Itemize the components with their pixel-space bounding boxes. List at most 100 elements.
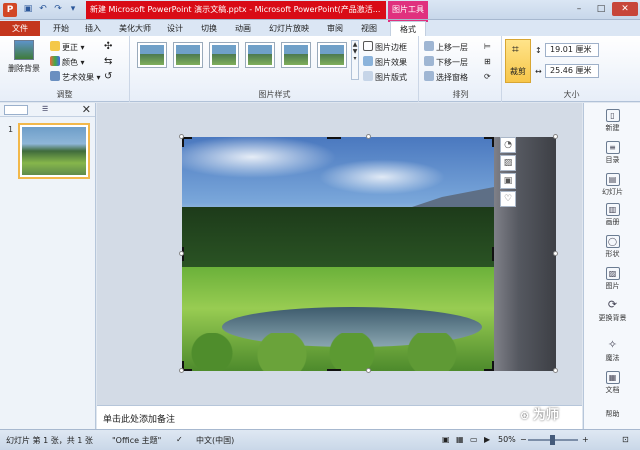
new-page-icon: ▯ xyxy=(605,109,620,122)
reset-picture-icon[interactable]: ↺ xyxy=(104,71,112,83)
picture-style-6[interactable] xyxy=(317,42,347,68)
toc-button[interactable]: ≡ 目录 xyxy=(584,141,640,165)
normal-view-icon[interactable]: ▣ xyxy=(442,435,450,444)
resize-handle[interactable] xyxy=(366,134,371,139)
fit-to-window-icon[interactable]: ⊡ xyxy=(622,435,629,444)
magic-button[interactable]: ✧ 魔法 xyxy=(584,339,640,363)
picture-layout-icon xyxy=(363,71,373,81)
zoom-level[interactable]: 50% xyxy=(498,435,516,444)
picture-layout-button[interactable]: 图片版式 xyxy=(363,71,407,83)
artistic-effects-button[interactable]: 艺术效果 ▾ xyxy=(50,71,101,83)
document-label: 文档 xyxy=(605,386,620,394)
notes-pane[interactable]: 单击此处添加备注 xyxy=(97,405,582,429)
send-backward-button[interactable]: 下移一层 xyxy=(424,56,468,68)
align-icon[interactable]: ⊨ xyxy=(484,41,491,53)
outline-tab-icon[interactable]: ☰ xyxy=(42,105,52,115)
slides-pane-close-icon[interactable]: ✕ xyxy=(82,103,91,116)
slide-thumbnail[interactable] xyxy=(18,123,90,179)
adjust-group-label: 调整 xyxy=(56,90,73,99)
replace-picture-icon[interactable]: ▨ xyxy=(500,155,516,171)
resize-handle[interactable] xyxy=(179,251,184,256)
tab-transitions[interactable]: 切换 xyxy=(196,21,222,36)
tab-beautify-master[interactable]: 美化大师 xyxy=(114,21,156,36)
styles-gallery-scroll[interactable]: ▲ ▼ ▾ xyxy=(351,40,359,80)
tab-home[interactable]: 开始 xyxy=(48,21,74,36)
crop-edge-right[interactable] xyxy=(490,247,494,261)
resize-handle[interactable] xyxy=(553,134,558,139)
bring-forward-button[interactable]: 上移一层 xyxy=(424,41,468,53)
landscape-picture[interactable] xyxy=(182,137,494,371)
tab-view[interactable]: 视图 xyxy=(356,21,382,36)
change-picture-icon[interactable]: ⇆ xyxy=(104,56,112,68)
qat-more-icon[interactable]: ▾ xyxy=(67,3,79,15)
corrections-button[interactable]: 更正 ▾ xyxy=(50,41,85,53)
new-button[interactable]: ▯ 新建 xyxy=(584,109,640,133)
shape-crop-icon[interactable]: ◔ xyxy=(500,137,516,153)
tab-insert[interactable]: 插入 xyxy=(80,21,106,36)
crop-edge-bottom[interactable] xyxy=(327,367,341,371)
resize-handle[interactable] xyxy=(179,368,184,373)
tab-review[interactable]: 审阅 xyxy=(322,21,348,36)
undo-icon[interactable]: ↶ xyxy=(37,3,49,15)
save-icon[interactable]: ▣ xyxy=(22,3,34,15)
compress-pictures-icon[interactable]: ✣ xyxy=(104,41,112,53)
tab-design[interactable]: 设计 xyxy=(162,21,188,36)
tab-animations[interactable]: 动画 xyxy=(230,21,256,36)
crop-corner-bottom-right[interactable] xyxy=(484,361,494,371)
tab-file[interactable]: 文件 xyxy=(0,21,40,36)
remove-background-button[interactable]: 删除背景 xyxy=(4,40,44,74)
resize-handle[interactable] xyxy=(553,251,558,256)
picture-style-4[interactable] xyxy=(245,42,275,68)
shapes-button[interactable]: ◯ 形状 xyxy=(584,235,640,259)
slides-button[interactable]: ▤ 幻灯片 xyxy=(584,173,640,197)
crop-edge-top[interactable] xyxy=(327,137,341,147)
zoom-slider-thumb[interactable] xyxy=(550,435,555,445)
redo-icon[interactable]: ↷ xyxy=(52,3,64,15)
color-button[interactable]: 颜色 ▾ xyxy=(50,56,85,68)
resize-handle[interactable] xyxy=(553,368,558,373)
zoom-out-icon[interactable]: − xyxy=(520,435,527,444)
slideshow-icon[interactable]: ▶ xyxy=(484,435,490,444)
reading-view-icon[interactable]: ▭ xyxy=(470,435,478,444)
theme-name[interactable]: "Office 主题" xyxy=(112,435,161,446)
language[interactable]: 中文(中国) xyxy=(196,435,234,446)
crop-corner-top-left[interactable] xyxy=(182,137,192,147)
picture-style-3[interactable] xyxy=(209,42,239,68)
rotate-icon[interactable]: ⟳ xyxy=(484,71,491,83)
resize-handle[interactable] xyxy=(179,134,184,139)
minimize-icon[interactable]: – xyxy=(568,2,590,16)
picture-style-2[interactable] xyxy=(173,42,203,68)
zoom-in-icon[interactable]: + xyxy=(582,435,589,444)
change-background-button[interactable]: ⟳ 更换背景 xyxy=(584,299,640,323)
crop-corner-top-right[interactable] xyxy=(484,137,494,147)
spellcheck-icon[interactable]: ✓ xyxy=(176,435,183,444)
picture-layout-label: 图片版式 xyxy=(375,73,407,82)
picture-frame-icon[interactable]: ▣ xyxy=(500,173,516,189)
arrange-group: 上移一层 下移一层 选择窗格 ⊨ ⊞ ⟳ 排列 xyxy=(420,36,502,102)
favorite-heart-icon[interactable]: ♡ xyxy=(500,191,516,207)
slide-sorter-icon[interactable]: ▦ xyxy=(456,435,464,444)
picture-style-1[interactable] xyxy=(137,42,167,68)
document-button[interactable]: ▦ 文档 xyxy=(584,371,640,395)
refresh-icon: ⟳ xyxy=(607,298,618,311)
arrange-group-label: 排列 xyxy=(452,90,469,99)
group-icon[interactable]: ⊞ xyxy=(484,56,491,68)
close-icon[interactable]: ✕ xyxy=(612,2,638,16)
height-input[interactable]: 19.01 厘米 xyxy=(545,43,599,57)
bring-forward-icon xyxy=(424,41,434,51)
pictures-button[interactable]: ▨ 图片 xyxy=(584,267,640,291)
slides-tab[interactable] xyxy=(4,105,28,115)
album-button[interactable]: ▥ 画册 xyxy=(584,203,640,227)
tab-slideshow[interactable]: 幻灯片放映 xyxy=(264,21,314,36)
maximize-icon[interactable]: □ xyxy=(590,2,612,16)
picture-effects-button[interactable]: 图片效果 xyxy=(363,56,407,68)
width-input[interactable]: 25.46 厘米 xyxy=(545,64,599,78)
artistic-effects-icon xyxy=(50,71,60,81)
picture-border-button[interactable]: 图片边框 xyxy=(363,41,407,53)
powerpoint-app-icon[interactable]: P xyxy=(3,3,17,17)
picture-style-5[interactable] xyxy=(281,42,311,68)
selection-pane-button[interactable]: 选择窗格 xyxy=(424,71,468,83)
tab-format[interactable]: 格式 xyxy=(390,21,426,36)
slide-canvas[interactable]: ◔ ▨ ▣ ♡ xyxy=(97,103,582,405)
resize-handle[interactable] xyxy=(366,368,371,373)
